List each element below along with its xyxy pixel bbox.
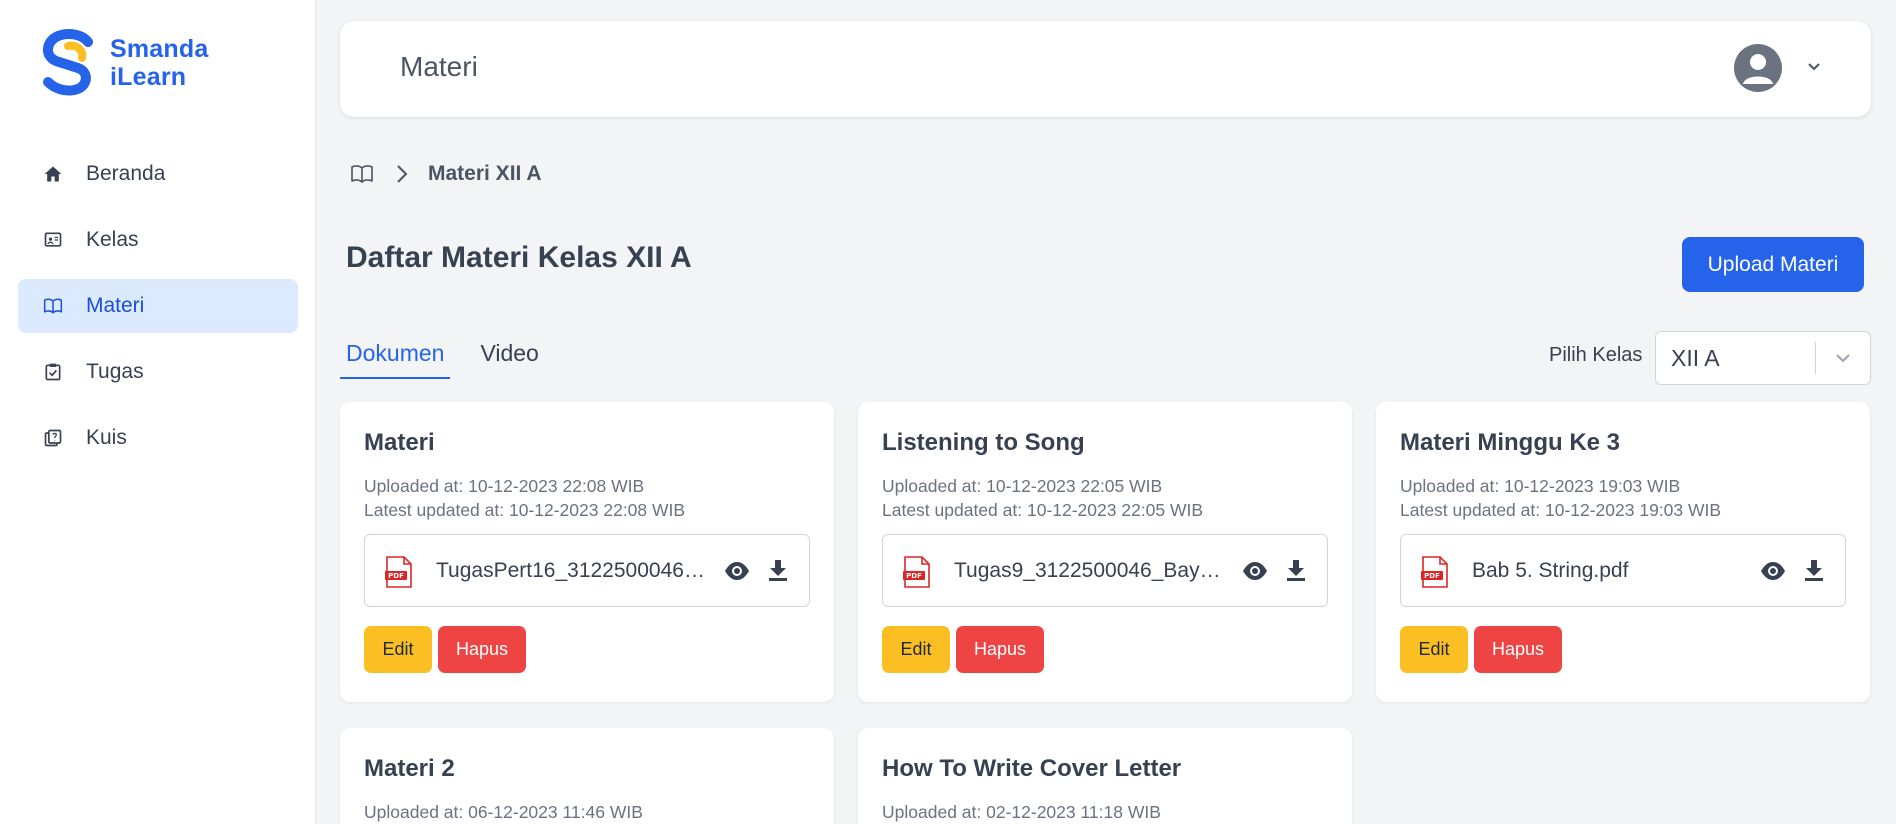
sidebar-item-label: Materi xyxy=(86,294,145,317)
delete-button[interactable]: Hapus xyxy=(956,626,1044,673)
book-open-icon xyxy=(42,295,64,317)
sidebar-nav: Beranda Kelas Materi Tugas Kuis xyxy=(18,147,298,477)
materi-card: How To Write Cover Letter Uploaded at: 0… xyxy=(858,728,1352,824)
tab-dokumen[interactable]: Dokumen xyxy=(340,334,451,379)
updated-at: Latest updated at: 10-12-2023 22:08 WIB xyxy=(364,500,686,520)
sidebar-item-label: Beranda xyxy=(86,162,166,185)
brand-logo[interactable]: Smanda iLearn xyxy=(38,28,208,98)
download-icon[interactable] xyxy=(1804,559,1824,581)
breadcrumb: Materi XII A xyxy=(350,162,542,186)
upload-materi-button[interactable]: Upload Materi xyxy=(1682,237,1864,292)
tab-video[interactable]: Video xyxy=(474,334,544,379)
uploaded-at: Uploaded at: 02-12-2023 11:18 WIB xyxy=(882,802,1161,822)
edit-button[interactable]: Edit xyxy=(1400,626,1468,673)
file-attachment: PDF TugasPert16_3122500046_Bayu.pdf xyxy=(364,534,810,607)
card-title: How To Write Cover Letter xyxy=(882,755,1182,782)
card-actions: Edit Hapus xyxy=(1400,626,1562,673)
eye-icon[interactable] xyxy=(724,561,750,581)
card-actions: Edit Hapus xyxy=(364,626,526,673)
uploaded-at: Uploaded at: 10-12-2023 22:05 WIB xyxy=(882,476,1163,496)
home-icon xyxy=(42,163,64,185)
delete-button[interactable]: Hapus xyxy=(1474,626,1562,673)
card-title: Materi xyxy=(364,429,435,456)
card-actions: Edit Hapus xyxy=(882,626,1044,673)
sidebar-item-beranda[interactable]: Beranda xyxy=(18,147,298,201)
sidebar: Smanda iLearn Beranda Kelas Materi Tugas… xyxy=(0,0,316,824)
eye-icon[interactable] xyxy=(1760,561,1786,581)
brand-line-2: iLearn xyxy=(110,63,187,91)
header-title: Materi xyxy=(400,51,478,82)
card-meta: Uploaded at: 10-12-2023 22:05 WIB Latest… xyxy=(882,474,1203,522)
content-tabs: Dokumen Video xyxy=(340,334,569,379)
user-avatar-icon[interactable] xyxy=(1734,44,1782,92)
kelas-filter-label: Pilih Kelas xyxy=(1549,344,1643,366)
breadcrumb-current: Materi XII A xyxy=(428,162,542,185)
file-name[interactable]: Tugas9_3122500046_Bayu.pdf xyxy=(954,559,1224,583)
sidebar-item-materi[interactable]: Materi xyxy=(18,279,298,333)
brand-line-1: Smanda xyxy=(110,35,209,63)
updated-at: Latest updated at: 10-12-2023 19:03 WIB xyxy=(1400,500,1722,520)
uploaded-at: Uploaded at: 06-12-2023 11:46 WIB xyxy=(364,802,643,822)
edit-button[interactable]: Edit xyxy=(364,626,432,673)
sidebar-item-label: Tugas xyxy=(86,360,144,383)
pdf-file-icon: PDF xyxy=(385,556,413,588)
sidebar-item-label: Kuis xyxy=(86,426,127,449)
materi-card: Materi Minggu Ke 3 Uploaded at: 10-12-20… xyxy=(1376,402,1870,702)
brand-name: Smanda iLearn xyxy=(110,35,208,91)
svg-text:PDF: PDF xyxy=(388,572,404,580)
quiz-icon xyxy=(42,427,64,449)
delete-button[interactable]: Hapus xyxy=(438,626,526,673)
top-header: Materi xyxy=(340,21,1871,117)
materi-card: Listening to Song Uploaded at: 10-12-202… xyxy=(858,402,1352,702)
chevron-down-icon[interactable] xyxy=(1816,349,1870,367)
file-attachment: PDF Bab 5. String.pdf xyxy=(1400,534,1846,607)
file-name[interactable]: TugasPert16_3122500046_Bayu.pdf xyxy=(436,559,706,583)
svg-text:PDF: PDF xyxy=(906,572,922,580)
svg-text:PDF: PDF xyxy=(1424,572,1440,580)
logo-mark-icon xyxy=(38,28,104,98)
materi-card: Materi Uploaded at: 10-12-2023 22:08 WIB… xyxy=(340,402,834,702)
file-name[interactable]: Bab 5. String.pdf xyxy=(1472,559,1742,583)
download-icon[interactable] xyxy=(768,559,788,581)
card-meta: Uploaded at: 02-12-2023 11:18 WIB xyxy=(882,800,1161,824)
page-title: Daftar Materi Kelas XII A xyxy=(346,241,692,274)
sidebar-item-kuis[interactable]: Kuis xyxy=(18,411,298,465)
sidebar-item-kelas[interactable]: Kelas xyxy=(18,213,298,267)
uploaded-at: Uploaded at: 10-12-2023 19:03 WIB xyxy=(1400,476,1681,496)
materi-card: Materi 2 Uploaded at: 06-12-2023 11:46 W… xyxy=(340,728,834,824)
pdf-file-icon: PDF xyxy=(1421,556,1449,588)
sidebar-item-label: Kelas xyxy=(86,228,139,251)
edit-button[interactable]: Edit xyxy=(882,626,950,673)
chevron-down-icon[interactable] xyxy=(1806,59,1822,75)
class-board-icon xyxy=(42,229,64,251)
file-attachment: PDF Tugas9_3122500046_Bayu.pdf xyxy=(882,534,1328,607)
pdf-file-icon: PDF xyxy=(903,556,931,588)
chevron-right-icon xyxy=(392,162,412,186)
book-open-icon[interactable] xyxy=(350,162,374,186)
kelas-select[interactable]: XII A xyxy=(1655,331,1871,385)
sidebar-item-tugas[interactable]: Tugas xyxy=(18,345,298,399)
card-title: Materi 2 xyxy=(364,755,455,782)
card-meta: Uploaded at: 10-12-2023 19:03 WIB Latest… xyxy=(1400,474,1721,522)
card-title: Listening to Song xyxy=(882,429,1085,456)
card-meta: Uploaded at: 06-12-2023 11:46 WIB xyxy=(364,800,643,824)
card-meta: Uploaded at: 10-12-2023 22:08 WIB Latest… xyxy=(364,474,685,522)
updated-at: Latest updated at: 10-12-2023 22:05 WIB xyxy=(882,500,1204,520)
download-icon[interactable] xyxy=(1286,559,1306,581)
eye-icon[interactable] xyxy=(1242,561,1268,581)
card-title: Materi Minggu Ke 3 xyxy=(1400,429,1621,456)
kelas-select-value: XII A xyxy=(1671,344,1720,371)
uploaded-at: Uploaded at: 10-12-2023 22:08 WIB xyxy=(364,476,645,496)
clipboard-check-icon xyxy=(42,361,64,383)
